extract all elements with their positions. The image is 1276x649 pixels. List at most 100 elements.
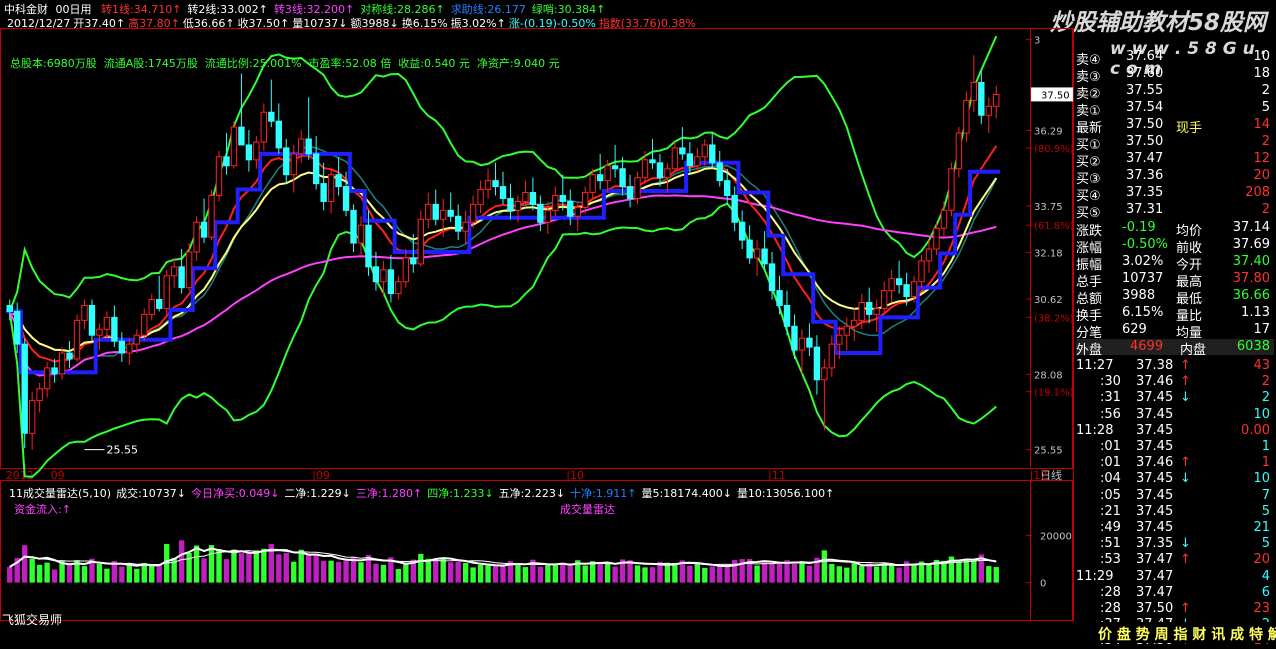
volume-bar-80 [604,563,611,583]
tick-time: :01 [1100,455,1121,471]
candle-body-89 [671,147,679,170]
candle-body-46 [350,209,357,244]
tick-volume: 5 [1261,503,1270,519]
tick-time: :56 [1100,406,1121,422]
volume-bar-44 [335,561,342,583]
tick-time: :05 [1100,487,1121,503]
tick-time: :21 [1100,503,1121,519]
candle-body-6 [51,367,58,375]
candle-body-98 [738,221,746,241]
inner-label: 内盘 [1180,343,1207,358]
volume-bar-116 [873,566,880,583]
tick-row-9: :21 37.45 5 [1076,504,1274,520]
volume-bar-71 [537,566,544,583]
sell-row-3: 卖① 37.54 5 [1076,100,1274,119]
sell-volume: 18 [1253,66,1270,81]
tick-volume: 7 [1261,487,1270,503]
tick-row-4: 11:28 37.45 0.00 [1076,423,1274,439]
volume-bar-6 [51,569,58,583]
tick-volume: 2 [1261,390,1270,406]
volume-bar-109 [821,550,828,583]
volume-bar-37 [283,552,289,583]
candle-body-100 [753,248,761,259]
volume-bar-33 [253,550,260,583]
candle-body-82 [619,168,626,188]
candle-body-129 [970,82,978,101]
bottom-tab-bar[interactable]: 价 盘 势 周 指 财 讯 成 特 解 [1074,622,1276,643]
volume-bar-0 [7,566,13,583]
volume-bar-64 [485,565,491,583]
candle-body-128 [963,99,970,134]
candle-body-63 [477,189,484,205]
y-tick-label-2: (80.9%) [1034,144,1074,155]
buy-level-label: 买⑤ [1076,206,1101,221]
candle-body-66 [499,186,507,199]
volume-bar-123 [926,564,932,583]
price-chart[interactable]: 3 36.29 (80.9%) 33.75 (61.8%) 32.18 30.62 (38.2… [0,0,1074,643]
candle-body-122 [918,260,925,283]
buy-volume: 2 [1261,134,1270,149]
tick-row-1: :30 37.46 ↑ 2 [1076,374,1274,390]
tick-volume: 1 [1261,455,1270,471]
volume-bar-4 [36,564,43,583]
volume-bar-79 [597,561,603,583]
volume-bar-36 [276,554,282,583]
candle-body-18 [141,313,148,336]
volume-bar-112 [844,567,850,583]
buy-row-2: 买③ 37.36 20 [1076,168,1274,187]
candle-body-78 [589,174,596,194]
tick-price: 37.45 [1136,503,1174,519]
x-tick-label-3: |10 [566,469,584,482]
volume-bar-23 [178,540,185,583]
volume-bar-49 [373,563,379,583]
candle-body-131 [985,105,992,116]
candle-body-28 [215,156,223,196]
volume-bar-59 [447,562,454,583]
volume-bar-8 [66,564,73,583]
candle-body-118 [888,278,895,292]
volume-bar-89 [672,562,678,583]
candle-body-70 [529,192,537,205]
candle-body-96 [724,180,731,196]
candle-body-9 [73,319,81,360]
tick-volume: 4 [1261,568,1270,584]
stat-value: -0.50% [1122,237,1168,252]
candle-body-115 [866,302,873,315]
volume-bar-13 [104,568,110,583]
candle-body-132 [993,93,1000,107]
volume-bar-94 [709,566,715,583]
tick-row-8: :05 37.45 7 [1076,488,1274,504]
last-price-label: 37.50 [1041,90,1070,101]
tick-volume: 10 [1253,406,1270,422]
x-tick-label-0: 2012 [6,469,34,482]
volume-bar-61 [462,563,469,583]
tick-volume: 43 [1253,358,1270,373]
volume-bar-95 [717,566,723,583]
candle-body-101 [761,248,768,265]
volume-bar-119 [896,567,902,583]
volume-bar-52 [395,569,402,583]
candle-body-107 [806,337,813,348]
y-tick-label-4: (61.8%) [1034,221,1074,232]
stat-value: 3.02% [1122,254,1164,269]
sell-row-1: 卖③ 37.60 18 [1076,66,1274,85]
candle-body-120 [903,284,910,298]
volume-bar-75 [567,566,573,583]
volume-bar-47 [358,562,364,583]
candle-body-125 [940,209,948,229]
candle-body-30 [230,126,238,167]
candle-body-68 [514,200,522,211]
volume-value-7: 十净:1.911↑ [570,487,637,500]
tick-price: 37.46 [1136,455,1174,471]
volume-bar-42 [320,560,327,583]
tick-price: 37.45 [1136,390,1174,406]
buy-price: 37.50 [1126,134,1164,149]
hand-volume: 14 [1253,117,1270,132]
buy-row-1: 买② 37.47 12 [1076,151,1274,170]
tabs-label[interactable]: 价 盘 势 周 指 财 讯 成 特 解 [1098,624,1276,644]
candle-body-4 [36,388,43,402]
candle-body-104 [783,304,791,327]
annotation-0: 25.55 [106,444,138,457]
y-tick-label-6: 30.62 [1034,295,1063,306]
y-tick-label-7: (38.2%) [1034,313,1074,324]
